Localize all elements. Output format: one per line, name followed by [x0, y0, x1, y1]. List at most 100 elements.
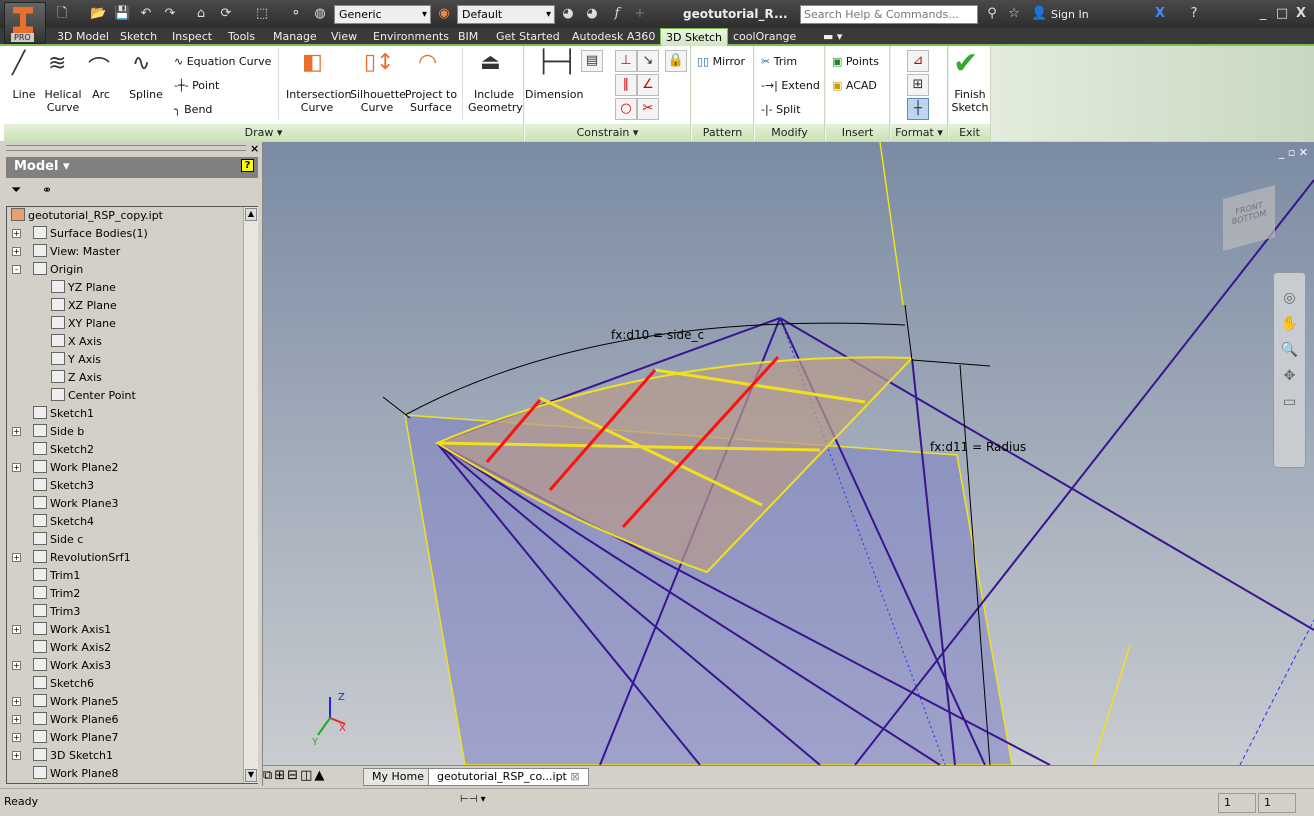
orbit-icon[interactable]: ✥: [1274, 363, 1305, 389]
select-icon[interactable]: ⬚: [254, 6, 270, 22]
tab-my-home[interactable]: My Home: [363, 768, 433, 786]
line-button[interactable]: Line: [8, 88, 40, 101]
measure-icon[interactable]: ⚬: [288, 6, 304, 22]
adjust-appearance-icon[interactable]: ◕: [560, 6, 576, 22]
tree-item[interactable]: XY Plane: [51, 315, 116, 333]
expand-toggle[interactable]: +: [12, 229, 21, 238]
window-arrange-icons[interactable]: ⧉⊞⊟◫▲: [263, 768, 326, 783]
tree-item[interactable]: Sketch2: [33, 441, 94, 459]
tree-scrollbar[interactable]: ▲ ▼: [243, 207, 258, 783]
find-binoculars-icon[interactable]: ⚭: [42, 183, 52, 197]
expand-toggle[interactable]: +: [12, 247, 21, 256]
exchange-icon[interactable]: X: [1152, 6, 1168, 22]
tab-tools[interactable]: Tools: [223, 28, 260, 46]
tree-item[interactable]: Work Axis3: [33, 657, 111, 675]
steering-wheel-icon[interactable]: ◎: [1274, 285, 1305, 311]
split-button[interactable]: -|- Split: [761, 103, 801, 116]
redo-icon[interactable]: ↷: [162, 6, 178, 22]
tree-item[interactable]: Work Plane2: [33, 459, 119, 477]
tree-item[interactable]: RevolutionSrf1: [33, 549, 131, 567]
dimension-button[interactable]: Dimension: [525, 88, 583, 101]
show-constraints-icon[interactable]: ▤: [581, 50, 603, 72]
tree-item[interactable]: Surface Bodies(1): [33, 225, 148, 243]
spline-button[interactable]: Spline: [126, 88, 166, 101]
tree-item[interactable]: Side b: [33, 423, 84, 441]
viewport-window-controls[interactable]: _ ▫ ✕: [1279, 146, 1308, 159]
format-panel-label[interactable]: Format ▾: [891, 124, 947, 141]
tree-item[interactable]: Trim2: [33, 585, 80, 603]
helical-curve-button[interactable]: Helical Curve: [42, 88, 84, 114]
constrain-panel-label[interactable]: Constrain ▾: [525, 124, 690, 141]
tree-item[interactable]: Side c: [33, 531, 83, 549]
dimension-d11[interactable]: fx:d11 = Radius: [930, 440, 1026, 454]
expand-toggle[interactable]: -: [12, 265, 21, 274]
fx-icon[interactable]: f: [609, 6, 625, 22]
close-tab-icon[interactable]: ⊠: [570, 770, 579, 783]
expand-toggle[interactable]: +: [12, 661, 21, 670]
construction-icon[interactable]: ⊿: [907, 50, 929, 72]
panel-grip[interactable]: [6, 145, 246, 151]
color-wheel-icon[interactable]: ◉: [436, 6, 452, 22]
browser-header[interactable]: Model ▾ ?: [6, 157, 258, 178]
equation-curve-button[interactable]: ∿ Equation Curve: [174, 55, 271, 68]
tab-sketch[interactable]: Sketch: [115, 28, 162, 46]
filter-icon[interactable]: ⏷: [11, 183, 21, 198]
plus-icon[interactable]: +: [632, 6, 648, 22]
project-to-surface-button[interactable]: Project to Surface: [404, 88, 458, 114]
tree-item[interactable]: Y Axis: [51, 351, 101, 369]
undo-icon[interactable]: ↶: [138, 6, 154, 22]
tab-geotutorial[interactable]: geotutorial_RSP_co...ipt ⊠: [428, 768, 589, 786]
maximize-icon[interactable]: □: [1274, 6, 1290, 22]
home-icon[interactable]: ⌂: [193, 6, 209, 22]
arc-button[interactable]: Arc: [86, 88, 116, 101]
expand-toggle[interactable]: +: [12, 733, 21, 742]
tab-autodesk-a360[interactable]: Autodesk A360: [567, 28, 660, 46]
expand-toggle[interactable]: +: [12, 625, 21, 634]
expand-toggle[interactable]: +: [12, 463, 21, 472]
appearance-select[interactable]: Default: [457, 5, 555, 24]
dimension-display-icon[interactable]: ⊢⊣ ▾: [460, 794, 486, 805]
pan-icon[interactable]: ✋: [1274, 311, 1305, 337]
parallel-constraint-icon[interactable]: ∥: [615, 74, 637, 96]
new-icon[interactable]: 🗋: [54, 6, 70, 22]
help-icon[interactable]: ?: [1186, 6, 1202, 22]
application-menu-button[interactable]: PRO: [4, 2, 46, 44]
tangent-constraint-icon[interactable]: ○: [615, 98, 637, 120]
expand-toggle[interactable]: +: [12, 751, 21, 760]
sign-in-link[interactable]: Sign In: [1051, 8, 1089, 21]
expand-toggle[interactable]: +: [12, 553, 21, 562]
tree-item[interactable]: Z Axis: [51, 369, 102, 387]
tab-3d-model[interactable]: 3D Model: [52, 28, 114, 46]
tab-environments[interactable]: Environments: [368, 28, 454, 46]
tree-item[interactable]: YZ Plane: [51, 279, 116, 297]
tree-item[interactable]: Work Plane7: [33, 729, 119, 747]
expand-toggle[interactable]: +: [12, 697, 21, 706]
intersection-curve-button[interactable]: Intersection Curve: [286, 88, 351, 114]
close-icon[interactable]: X: [1293, 6, 1309, 22]
look-at-icon[interactable]: ▭: [1274, 389, 1305, 415]
silhouette-curve-button[interactable]: Silhouette Curve: [350, 88, 406, 114]
tree-item[interactable]: 3D Sketch1: [33, 747, 113, 765]
tab-bim[interactable]: BIM: [453, 28, 483, 46]
tree-item[interactable]: Work Plane5: [33, 693, 119, 711]
ribbon-display-options-icon[interactable]: ▬ ▾: [818, 28, 847, 46]
tree-item[interactable]: Sketch3: [33, 477, 94, 495]
help-icon[interactable]: ?: [241, 159, 254, 172]
fix-lock-icon[interactable]: 🔒: [665, 50, 687, 72]
expand-toggle[interactable]: +: [12, 427, 21, 436]
tab-manage[interactable]: Manage: [268, 28, 322, 46]
tree-item[interactable]: Sketch1: [33, 405, 94, 423]
tree-item[interactable]: Center Point: [51, 387, 136, 405]
tree-item[interactable]: Work Plane8: [33, 765, 119, 783]
close-browser-icon[interactable]: ×: [250, 142, 259, 155]
bend-button[interactable]: ╮ Bend: [174, 103, 212, 116]
clear-appearance-icon[interactable]: ◕: [584, 6, 600, 22]
mirror-button[interactable]: ▯▯ Mirror: [697, 55, 745, 68]
finish-sketch-button[interactable]: Finish Sketch: [949, 88, 991, 114]
include-geometry-button[interactable]: Include Geometry: [468, 88, 523, 114]
draw-panel-label[interactable]: Draw ▾: [4, 124, 523, 141]
tab-view[interactable]: View: [326, 28, 362, 46]
tree-item[interactable]: Trim1: [33, 567, 80, 585]
perpendicular-constraint-icon[interactable]: ∠: [637, 74, 659, 96]
user-icon[interactable]: 👤: [1031, 6, 1047, 22]
